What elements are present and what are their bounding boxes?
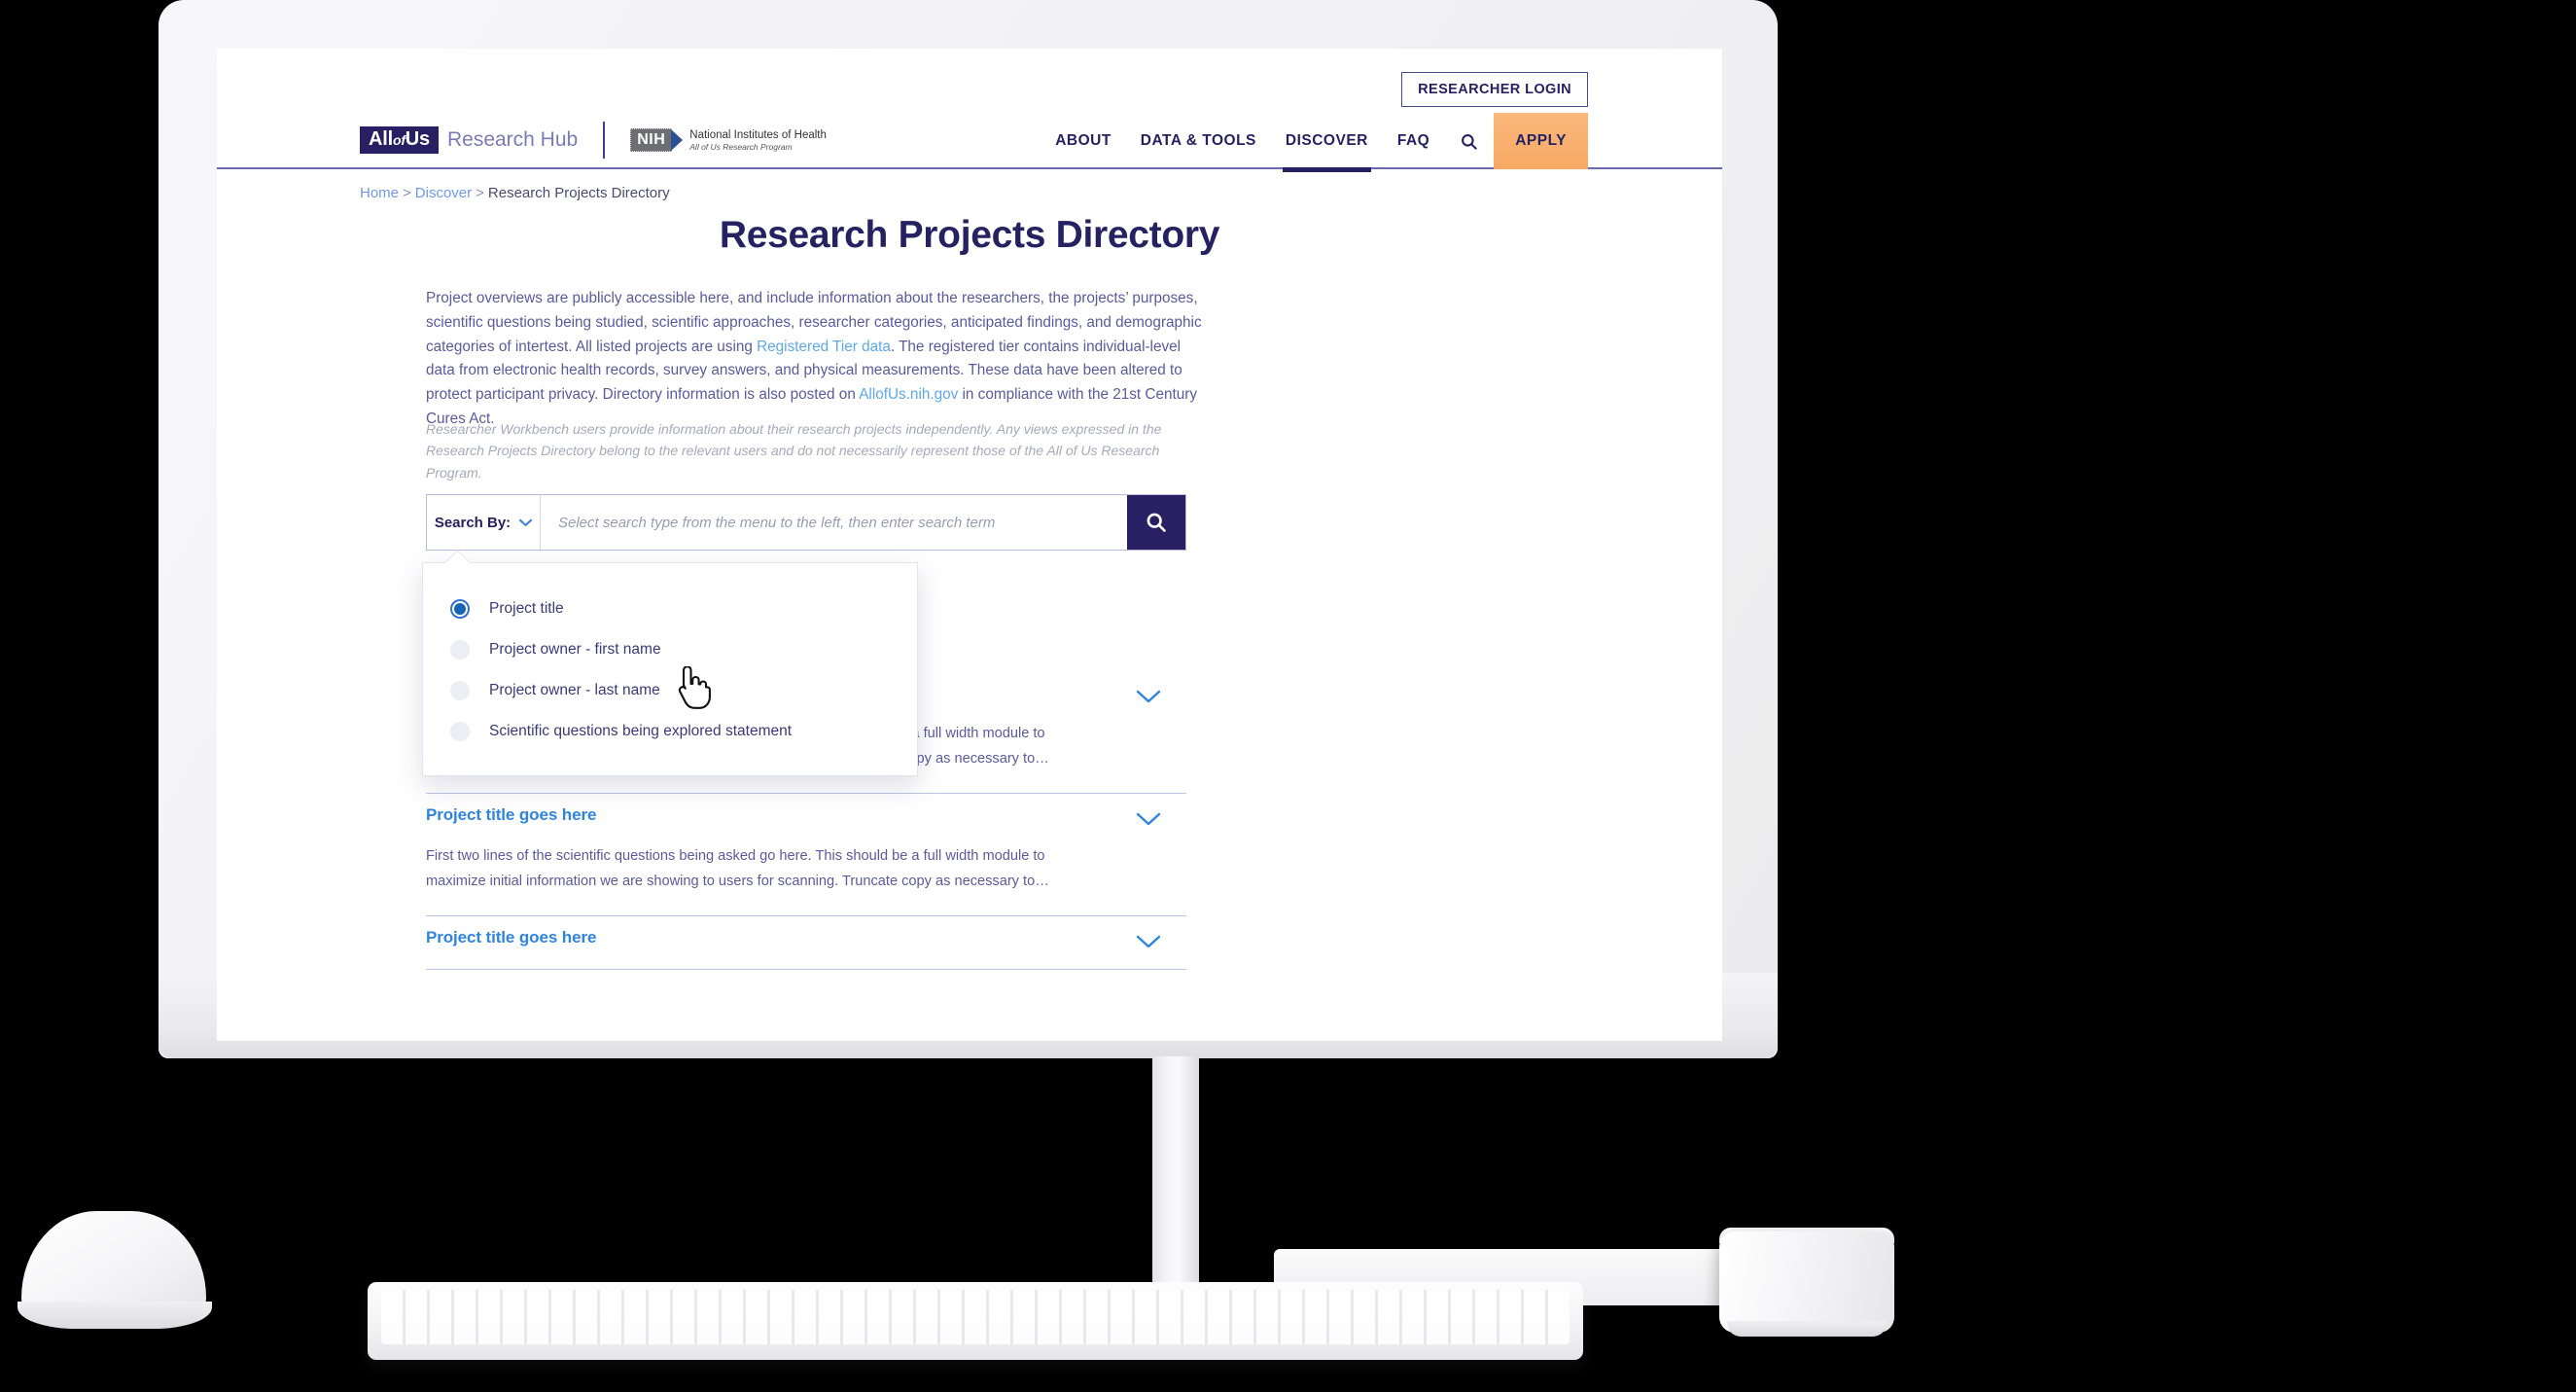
project-card-3: Project title goes here bbox=[426, 916, 1186, 971]
logo-divider bbox=[603, 122, 606, 159]
desk-puck bbox=[1719, 1231, 1894, 1333]
search-by-label: Search By: bbox=[434, 514, 512, 531]
allofus-logo[interactable]: AllofUs bbox=[360, 126, 439, 154]
research-hub-text: Research Hub bbox=[446, 128, 579, 151]
chevron-down-icon bbox=[1136, 690, 1161, 703]
allofus-nih-gov-link[interactable]: AllofUs.nih.gov bbox=[859, 386, 958, 403]
project-title-2[interactable]: Project title goes here bbox=[426, 805, 1186, 825]
nih-subtitle: All of Us Research Program bbox=[689, 141, 793, 152]
project-expand-chevron-2[interactable] bbox=[1136, 807, 1161, 831]
monitor-screen: RESEARCHER LOGIN AllofUs Research Hub NI… bbox=[217, 49, 1722, 1041]
dropdown-option-owner-last-name[interactable]: Project owner - last name bbox=[423, 670, 917, 711]
main-nav: ABOUT DATA & TOOLS DISCOVER FAQ APPLY bbox=[1041, 113, 1588, 172]
breadcrumb: Home > Discover > Research Projects Director… bbox=[360, 185, 670, 201]
researcher-login-button[interactable]: RESEARCHER LOGIN bbox=[1401, 72, 1588, 107]
nav-search-icon[interactable] bbox=[1444, 113, 1494, 169]
breadcrumb-home[interactable]: Home bbox=[360, 185, 399, 201]
search-input[interactable] bbox=[541, 495, 1127, 550]
radio-icon-selected[interactable] bbox=[450, 599, 470, 619]
nav-item-about[interactable]: ABOUT bbox=[1041, 113, 1126, 169]
radio-icon[interactable] bbox=[450, 681, 470, 700]
desk-puck-base bbox=[1727, 1321, 1887, 1337]
project-expand-chevron-3[interactable] bbox=[1136, 930, 1161, 953]
nav-item-data-and-tools[interactable]: DATA & TOOLS bbox=[1126, 113, 1271, 169]
desktop-scene: RESEARCHER LOGIN AllofUs Research Hub NI… bbox=[0, 0, 2576, 1392]
search-icon bbox=[1147, 513, 1166, 532]
search-submit-button[interactable] bbox=[1127, 495, 1185, 550]
breadcrumb-sep-2: > bbox=[476, 185, 484, 201]
keyboard bbox=[368, 1282, 1583, 1360]
monitor-stand-neck bbox=[1152, 1056, 1199, 1304]
logo-group[interactable]: AllofUs Research Hub NIH National Instit… bbox=[360, 122, 827, 159]
chevron-down-icon bbox=[1136, 812, 1161, 826]
search-by-dropdown-toggle[interactable]: Search By: bbox=[427, 495, 541, 550]
project-title-3[interactable]: Project title goes here bbox=[426, 928, 1186, 947]
utility-row: RESEARCHER LOGIN bbox=[217, 49, 1722, 113]
project-expand-chevron-1[interactable] bbox=[1136, 685, 1161, 708]
dropdown-option-label: Project owner - last name bbox=[489, 682, 660, 698]
search-by-dropdown-menu: Project title Project owner - first name… bbox=[422, 550, 918, 776]
dropdown-option-owner-first-name[interactable]: Project owner - first name bbox=[423, 629, 917, 670]
nih-logo: NIH bbox=[630, 127, 673, 153]
registered-tier-data-link[interactable]: Registered Tier data bbox=[757, 339, 891, 355]
disclaimer-text: Researcher Workbench users provide infor… bbox=[426, 421, 1162, 481]
project-card-2: Project title goes here First two lines … bbox=[426, 794, 1186, 917]
dropdown-option-label: Project title bbox=[489, 600, 564, 617]
dropdown-option-scientific-questions[interactable]: Scientific questions being explored stat… bbox=[423, 711, 917, 752]
nav-apply-button[interactable]: APPLY bbox=[1494, 113, 1588, 169]
search-bar: Search By: bbox=[426, 494, 1186, 551]
nav-item-faq[interactable]: FAQ bbox=[1383, 113, 1444, 169]
dropdown-option-label: Scientific questions being explored stat… bbox=[489, 723, 793, 739]
breadcrumb-current: Research Projects Directory bbox=[487, 185, 670, 201]
dropdown-caret bbox=[444, 550, 471, 576]
page-title: Research Projects Directory bbox=[719, 214, 1220, 256]
logo-of-text: of bbox=[392, 132, 406, 148]
nav-item-discover[interactable]: DISCOVER bbox=[1271, 113, 1383, 172]
keyboard-keys bbox=[381, 1290, 1570, 1344]
nih-title: National Institutes of Health bbox=[689, 128, 827, 141]
project-description-2: First two lines of the scientific questi… bbox=[426, 848, 1049, 889]
computer-mouse-base bbox=[18, 1302, 212, 1329]
intro-paragraph: Project overviews are publicly accessibl… bbox=[426, 287, 1204, 432]
chevron-down-icon bbox=[519, 518, 533, 526]
logo-us-text: Us bbox=[405, 128, 430, 150]
dropdown-option-label: Project owner - first name bbox=[489, 641, 661, 658]
radio-icon[interactable] bbox=[450, 722, 470, 741]
breadcrumb-sep-1: > bbox=[403, 185, 411, 201]
web-page: RESEARCHER LOGIN AllofUs Research Hub NI… bbox=[217, 49, 1722, 1041]
logo-all-text: All bbox=[369, 128, 393, 150]
nih-arrow-icon bbox=[671, 128, 684, 151]
radio-icon[interactable] bbox=[450, 640, 470, 660]
site-header: AllofUs Research Hub NIH National Instit… bbox=[217, 113, 1722, 172]
breadcrumb-discover[interactable]: Discover bbox=[415, 185, 472, 201]
dropdown-option-project-title[interactable]: Project title bbox=[423, 589, 917, 629]
chevron-down-icon bbox=[1136, 935, 1161, 948]
